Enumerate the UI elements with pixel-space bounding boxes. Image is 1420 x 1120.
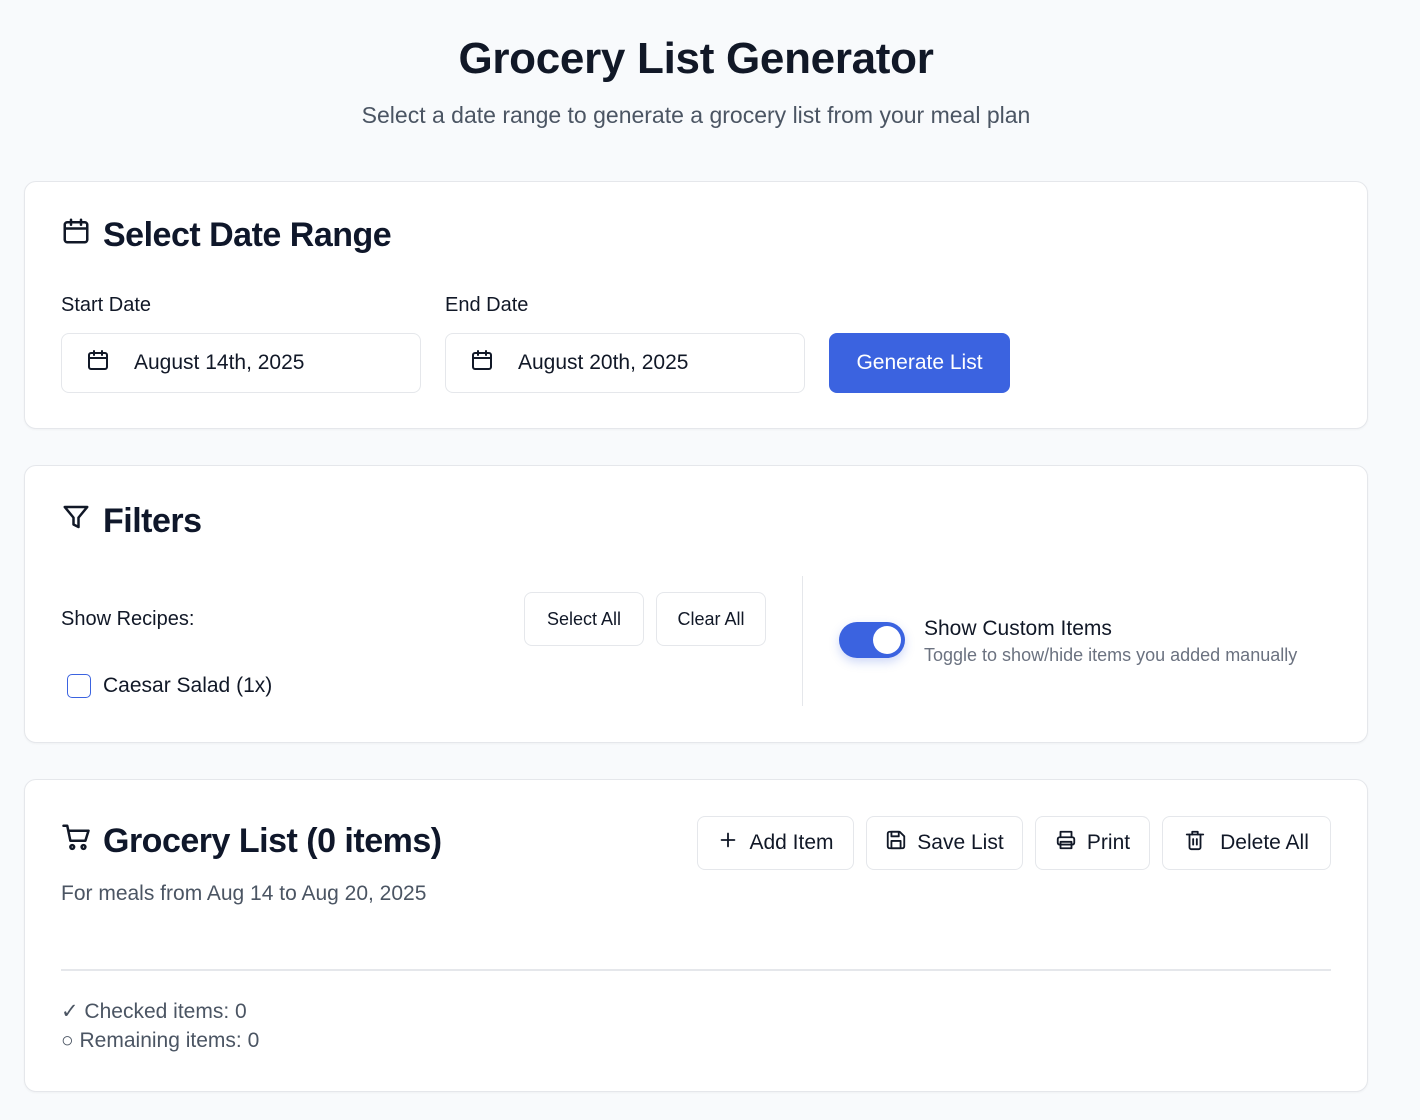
filters-title: Filters bbox=[103, 502, 202, 540]
print-label: Print bbox=[1086, 831, 1131, 854]
clear-all-button[interactable]: Clear All bbox=[656, 592, 766, 646]
add-item-label: Add Item bbox=[749, 831, 834, 854]
generate-list-button[interactable]: Generate List bbox=[829, 333, 1010, 393]
filters-heading: Filters bbox=[61, 502, 202, 541]
page-subtitle: Select a date range to generate a grocer… bbox=[361, 102, 1031, 128]
select-all-button[interactable]: Select All bbox=[524, 592, 644, 646]
calendar-icon bbox=[86, 348, 110, 378]
add-item-button[interactable]: Add Item bbox=[697, 816, 854, 870]
calendar-icon bbox=[470, 348, 494, 378]
grocery-divider bbox=[61, 969, 1331, 971]
shopping-cart-icon bbox=[61, 822, 91, 861]
grocery-list-subtitle: For meals from Aug 14 to Aug 20, 2025 bbox=[61, 882, 427, 905]
delete-all-label: Delete All bbox=[1220, 831, 1309, 854]
grocery-list-title: Grocery List (0 items) bbox=[103, 822, 442, 860]
page-title: Grocery List Generator bbox=[458, 34, 934, 83]
recipe-label: Caesar Salad (1x) bbox=[103, 674, 273, 697]
checked-items-stat: ✓ Checked items: 0 bbox=[61, 1000, 247, 1023]
end-date-label: End Date bbox=[445, 294, 529, 316]
date-range-heading: Select Date Range bbox=[61, 216, 392, 255]
remaining-items-stat: ○ Remaining items: 0 bbox=[61, 1029, 260, 1052]
save-list-button[interactable]: Save List bbox=[866, 816, 1023, 870]
grocery-list-heading: Grocery List (0 items) bbox=[61, 822, 442, 861]
end-date-picker[interactable]: August 20th, 2025 bbox=[445, 333, 805, 393]
start-date-value: August 14th, 2025 bbox=[134, 351, 305, 374]
grocery-list-card: Grocery List (0 items) For meals from Au… bbox=[24, 779, 1368, 1092]
show-recipes-label: Show Recipes: bbox=[61, 608, 195, 630]
start-date-picker[interactable]: August 14th, 2025 bbox=[61, 333, 421, 393]
date-range-card: Select Date Range Start Date August 14th… bbox=[24, 181, 1368, 429]
custom-items-label: Show Custom Items bbox=[924, 617, 1112, 640]
end-date-value: August 20th, 2025 bbox=[518, 351, 689, 374]
delete-all-button[interactable]: Delete All bbox=[1162, 816, 1331, 870]
custom-items-toggle[interactable] bbox=[839, 622, 905, 658]
filters-divider bbox=[802, 576, 803, 706]
recipe-checkbox[interactable] bbox=[67, 674, 91, 698]
filters-card: Filters Show Recipes: Select All Clear A… bbox=[24, 465, 1368, 743]
save-icon bbox=[885, 829, 907, 857]
toggle-knob bbox=[873, 626, 901, 654]
start-date-label: Start Date bbox=[61, 294, 152, 316]
save-list-label: Save List bbox=[917, 831, 1004, 854]
trash-icon bbox=[1184, 829, 1206, 857]
filter-icon bbox=[61, 502, 91, 541]
plus-icon bbox=[717, 829, 739, 857]
custom-items-description: Toggle to show/hide items you added manu… bbox=[924, 645, 1298, 665]
print-button[interactable]: Print bbox=[1035, 816, 1150, 870]
printer-icon bbox=[1055, 829, 1077, 857]
date-range-title: Select Date Range bbox=[103, 216, 392, 254]
calendar-icon bbox=[61, 216, 91, 255]
